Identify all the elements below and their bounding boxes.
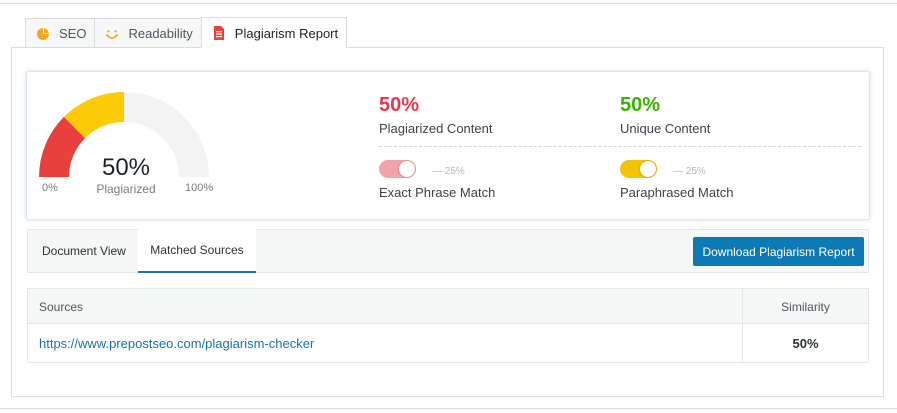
gauge-label: Plagiarized [96, 182, 156, 196]
source-link[interactable]: https://www.prepostseo.com/plagiarism-ch… [39, 336, 314, 351]
table-row: https://www.prepostseo.com/plagiarism-ch… [39, 324, 314, 362]
stats-divider [379, 146, 861, 147]
paraphrased-toggle[interactable] [620, 160, 657, 178]
plagiarized-percent: 50% [379, 94, 420, 116]
download-report-button[interactable]: Download Plagiarism Report [693, 237, 864, 266]
unique-percent: 50% [620, 94, 661, 116]
paraphrased-label: Paraphrased Match [620, 185, 734, 200]
bottom-divider [0, 408, 897, 409]
sources-table: Sources Similarity https://www.prepostse… [27, 288, 869, 363]
tab-readability-label: Readability [128, 26, 193, 41]
smile-icon [105, 27, 119, 41]
exact-phrase-toggle[interactable] [379, 160, 416, 178]
unique-label: Unique Content [620, 121, 711, 136]
exact-phrase-note: — 25% [432, 166, 465, 177]
editor-tabs: SEO Readability Plagiarism Report [25, 17, 348, 48]
tab-matched-sources[interactable]: Matched Sources [138, 229, 256, 273]
gauge-min-label: 0% [42, 182, 58, 194]
tab-document-view[interactable]: Document View [28, 229, 140, 273]
tab-plagiarism-report[interactable]: Plagiarism Report [200, 17, 348, 48]
tab-plagiarism-report-label: Plagiarism Report [234, 25, 339, 41]
paraphrased-note: — 25% [673, 166, 706, 177]
plagiarized-label: Plagiarized Content [379, 121, 493, 136]
tab-seo[interactable]: SEO [25, 18, 96, 48]
sources-header: Sources [39, 299, 84, 314]
similarity-header: Similarity [781, 299, 830, 314]
toggle-knob [399, 161, 415, 177]
tab-readability[interactable]: Readability [94, 18, 202, 48]
tab-seo-label: SEO [59, 26, 87, 41]
gauge-percent: 50% [101, 154, 151, 181]
toggle-knob [640, 161, 656, 177]
exact-phrase-label: Exact Phrase Match [379, 185, 496, 200]
tab-document-view-label: Document View [42, 244, 126, 258]
document-icon [212, 26, 226, 40]
pie-chart-icon [36, 27, 50, 41]
tab-matched-sources-label: Matched Sources [150, 243, 244, 257]
top-divider [0, 3, 897, 4]
gauge-max-label: 100% [185, 182, 214, 194]
similarity-value: 50% [792, 335, 819, 351]
